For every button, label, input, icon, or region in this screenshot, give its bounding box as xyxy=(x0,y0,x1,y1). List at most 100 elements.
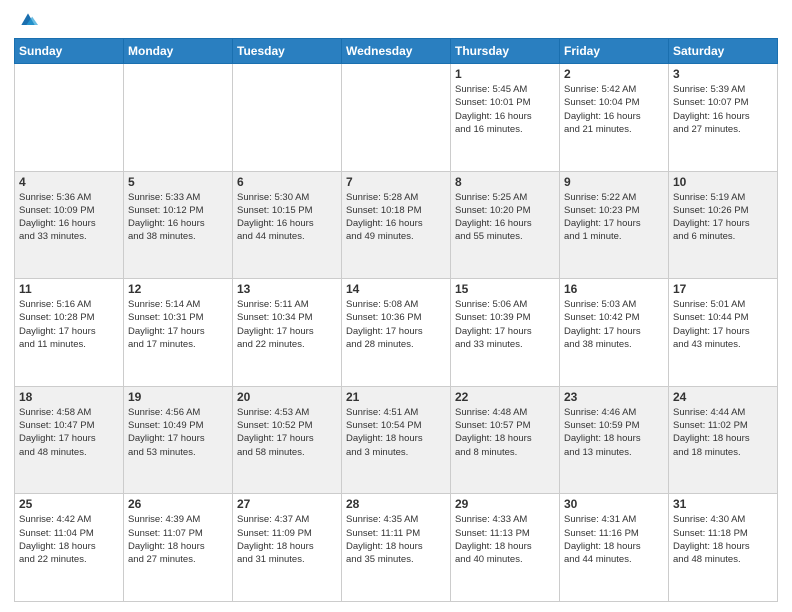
calendar-cell: 24 Sunrise: 4:44 AM Sunset: 11:02 PM Dayl… xyxy=(669,386,778,494)
day-info: Sunrise: 4:30 AM Sunset: 11:18 PM Daylig… xyxy=(673,513,773,566)
day-info: Sunrise: 4:37 AM Sunset: 11:09 PM Daylig… xyxy=(237,513,337,566)
day-number: 12 xyxy=(128,282,228,296)
day-number: 27 xyxy=(237,497,337,511)
day-info: Sunrise: 5:28 AM Sunset: 10:18 PM Daylig… xyxy=(346,191,446,244)
logo xyxy=(14,10,38,30)
calendar-week-4: 18 Sunrise: 4:58 AM Sunset: 10:47 PM Dayl… xyxy=(15,386,778,494)
day-number: 21 xyxy=(346,390,446,404)
day-number: 4 xyxy=(19,175,119,189)
calendar-weekday-wednesday: Wednesday xyxy=(342,39,451,64)
calendar-cell: 9 Sunrise: 5:22 AM Sunset: 10:23 PM Dayli… xyxy=(560,171,669,279)
calendar-cell: 31 Sunrise: 4:30 AM Sunset: 11:18 PM Dayl… xyxy=(669,494,778,602)
calendar-cell xyxy=(15,64,124,172)
calendar-cell: 13 Sunrise: 5:11 AM Sunset: 10:34 PM Dayl… xyxy=(233,279,342,387)
calendar-cell: 16 Sunrise: 5:03 AM Sunset: 10:42 PM Dayl… xyxy=(560,279,669,387)
calendar-week-1: 1 Sunrise: 5:45 AM Sunset: 10:01 PM Dayli… xyxy=(15,64,778,172)
day-number: 24 xyxy=(673,390,773,404)
calendar-cell: 1 Sunrise: 5:45 AM Sunset: 10:01 PM Dayli… xyxy=(451,64,560,172)
page: SundayMondayTuesdayWednesdayThursdayFrid… xyxy=(0,0,792,612)
calendar-cell xyxy=(342,64,451,172)
calendar-cell xyxy=(233,64,342,172)
logo-icon xyxy=(18,10,38,30)
calendar-cell: 18 Sunrise: 4:58 AM Sunset: 10:47 PM Dayl… xyxy=(15,386,124,494)
day-info: Sunrise: 5:45 AM Sunset: 10:01 PM Daylig… xyxy=(455,83,555,136)
day-number: 19 xyxy=(128,390,228,404)
calendar-cell: 10Sunrise: 5:19 AM Sunset: 10:26 PM Dayl… xyxy=(669,171,778,279)
day-number: 8 xyxy=(455,175,555,189)
calendar-cell: 29 Sunrise: 4:33 AM Sunset: 11:13 PM Dayl… xyxy=(451,494,560,602)
day-info: Sunrise: 4:44 AM Sunset: 11:02 PM Daylig… xyxy=(673,406,773,459)
calendar-cell: 14 Sunrise: 5:08 AM Sunset: 10:36 PM Dayl… xyxy=(342,279,451,387)
calendar-cell: 4 Sunrise: 5:36 AM Sunset: 10:09 PM Dayli… xyxy=(15,171,124,279)
day-number: 23 xyxy=(564,390,664,404)
calendar-cell: 28 Sunrise: 4:35 AM Sunset: 11:11 PM Dayl… xyxy=(342,494,451,602)
calendar-weekday-thursday: Thursday xyxy=(451,39,560,64)
calendar-header-row: SundayMondayTuesdayWednesdayThursdayFrid… xyxy=(15,39,778,64)
day-info: Sunrise: 4:48 AM Sunset: 10:57 PM Daylig… xyxy=(455,406,555,459)
day-number: 7 xyxy=(346,175,446,189)
calendar-cell: 21 Sunrise: 4:51 AM Sunset: 10:54 PM Dayl… xyxy=(342,386,451,494)
day-number: 28 xyxy=(346,497,446,511)
calendar-cell: 23Sunrise: 4:46 AM Sunset: 10:59 PM Dayl… xyxy=(560,386,669,494)
day-number: 29 xyxy=(455,497,555,511)
day-info: Sunrise: 4:39 AM Sunset: 11:07 PM Daylig… xyxy=(128,513,228,566)
day-number: 26 xyxy=(128,497,228,511)
calendar-week-5: 25Sunrise: 4:42 AM Sunset: 11:04 PM Dayl… xyxy=(15,494,778,602)
day-number: 9 xyxy=(564,175,664,189)
day-number: 15 xyxy=(455,282,555,296)
calendar-cell: 5 Sunrise: 5:33 AM Sunset: 10:12 PM Dayli… xyxy=(124,171,233,279)
calendar-cell: 2 Sunrise: 5:42 AM Sunset: 10:04 PM Dayli… xyxy=(560,64,669,172)
day-info: Sunrise: 5:42 AM Sunset: 10:04 PM Daylig… xyxy=(564,83,664,136)
calendar-week-2: 4 Sunrise: 5:36 AM Sunset: 10:09 PM Dayli… xyxy=(15,171,778,279)
calendar-body: 1 Sunrise: 5:45 AM Sunset: 10:01 PM Dayli… xyxy=(15,64,778,602)
day-number: 22 xyxy=(455,390,555,404)
calendar-cell: 15Sunrise: 5:06 AM Sunset: 10:39 PM Dayl… xyxy=(451,279,560,387)
calendar-cell: 17 Sunrise: 5:01 AM Sunset: 10:44 PM Dayl… xyxy=(669,279,778,387)
day-info: Sunrise: 5:36 AM Sunset: 10:09 PM Daylig… xyxy=(19,191,119,244)
day-number: 2 xyxy=(564,67,664,81)
day-number: 25 xyxy=(19,497,119,511)
calendar-cell: 8Sunrise: 5:25 AM Sunset: 10:20 PM Dayli… xyxy=(451,171,560,279)
day-number: 30 xyxy=(564,497,664,511)
day-number: 14 xyxy=(346,282,446,296)
day-info: Sunrise: 4:56 AM Sunset: 10:49 PM Daylig… xyxy=(128,406,228,459)
day-info: Sunrise: 5:11 AM Sunset: 10:34 PM Daylig… xyxy=(237,298,337,351)
day-info: Sunrise: 5:22 AM Sunset: 10:23 PM Daylig… xyxy=(564,191,664,244)
day-info: Sunrise: 4:58 AM Sunset: 10:47 PM Daylig… xyxy=(19,406,119,459)
day-info: Sunrise: 5:39 AM Sunset: 10:07 PM Daylig… xyxy=(673,83,773,136)
calendar-cell: 7 Sunrise: 5:28 AM Sunset: 10:18 PM Dayli… xyxy=(342,171,451,279)
day-number: 3 xyxy=(673,67,773,81)
day-number: 1 xyxy=(455,67,555,81)
calendar-cell: 30Sunrise: 4:31 AM Sunset: 11:16 PM Dayl… xyxy=(560,494,669,602)
day-number: 20 xyxy=(237,390,337,404)
calendar-weekday-sunday: Sunday xyxy=(15,39,124,64)
calendar-cell: 20Sunrise: 4:53 AM Sunset: 10:52 PM Dayl… xyxy=(233,386,342,494)
day-number: 18 xyxy=(19,390,119,404)
day-number: 16 xyxy=(564,282,664,296)
calendar-weekday-monday: Monday xyxy=(124,39,233,64)
calendar-cell: 19 Sunrise: 4:56 AM Sunset: 10:49 PM Dayl… xyxy=(124,386,233,494)
day-info: Sunrise: 4:33 AM Sunset: 11:13 PM Daylig… xyxy=(455,513,555,566)
calendar-cell: 11 Sunrise: 5:16 AM Sunset: 10:28 PM Dayl… xyxy=(15,279,124,387)
day-number: 10 xyxy=(673,175,773,189)
day-number: 13 xyxy=(237,282,337,296)
calendar-week-3: 11 Sunrise: 5:16 AM Sunset: 10:28 PM Dayl… xyxy=(15,279,778,387)
calendar-cell: 12Sunrise: 5:14 AM Sunset: 10:31 PM Dayl… xyxy=(124,279,233,387)
day-info: Sunrise: 5:01 AM Sunset: 10:44 PM Daylig… xyxy=(673,298,773,351)
calendar-cell xyxy=(124,64,233,172)
day-info: Sunrise: 4:51 AM Sunset: 10:54 PM Daylig… xyxy=(346,406,446,459)
day-number: 5 xyxy=(128,175,228,189)
day-info: Sunrise: 4:35 AM Sunset: 11:11 PM Daylig… xyxy=(346,513,446,566)
day-number: 6 xyxy=(237,175,337,189)
calendar-cell: 3 Sunrise: 5:39 AM Sunset: 10:07 PM Dayli… xyxy=(669,64,778,172)
day-info: Sunrise: 5:08 AM Sunset: 10:36 PM Daylig… xyxy=(346,298,446,351)
calendar-cell: 6Sunrise: 5:30 AM Sunset: 10:15 PM Dayli… xyxy=(233,171,342,279)
day-info: Sunrise: 5:03 AM Sunset: 10:42 PM Daylig… xyxy=(564,298,664,351)
day-info: Sunrise: 5:16 AM Sunset: 10:28 PM Daylig… xyxy=(19,298,119,351)
day-number: 31 xyxy=(673,497,773,511)
day-number: 17 xyxy=(673,282,773,296)
calendar-table: SundayMondayTuesdayWednesdayThursdayFrid… xyxy=(14,38,778,602)
calendar-cell: 25Sunrise: 4:42 AM Sunset: 11:04 PM Dayl… xyxy=(15,494,124,602)
day-number: 11 xyxy=(19,282,119,296)
day-info: Sunrise: 5:33 AM Sunset: 10:12 PM Daylig… xyxy=(128,191,228,244)
